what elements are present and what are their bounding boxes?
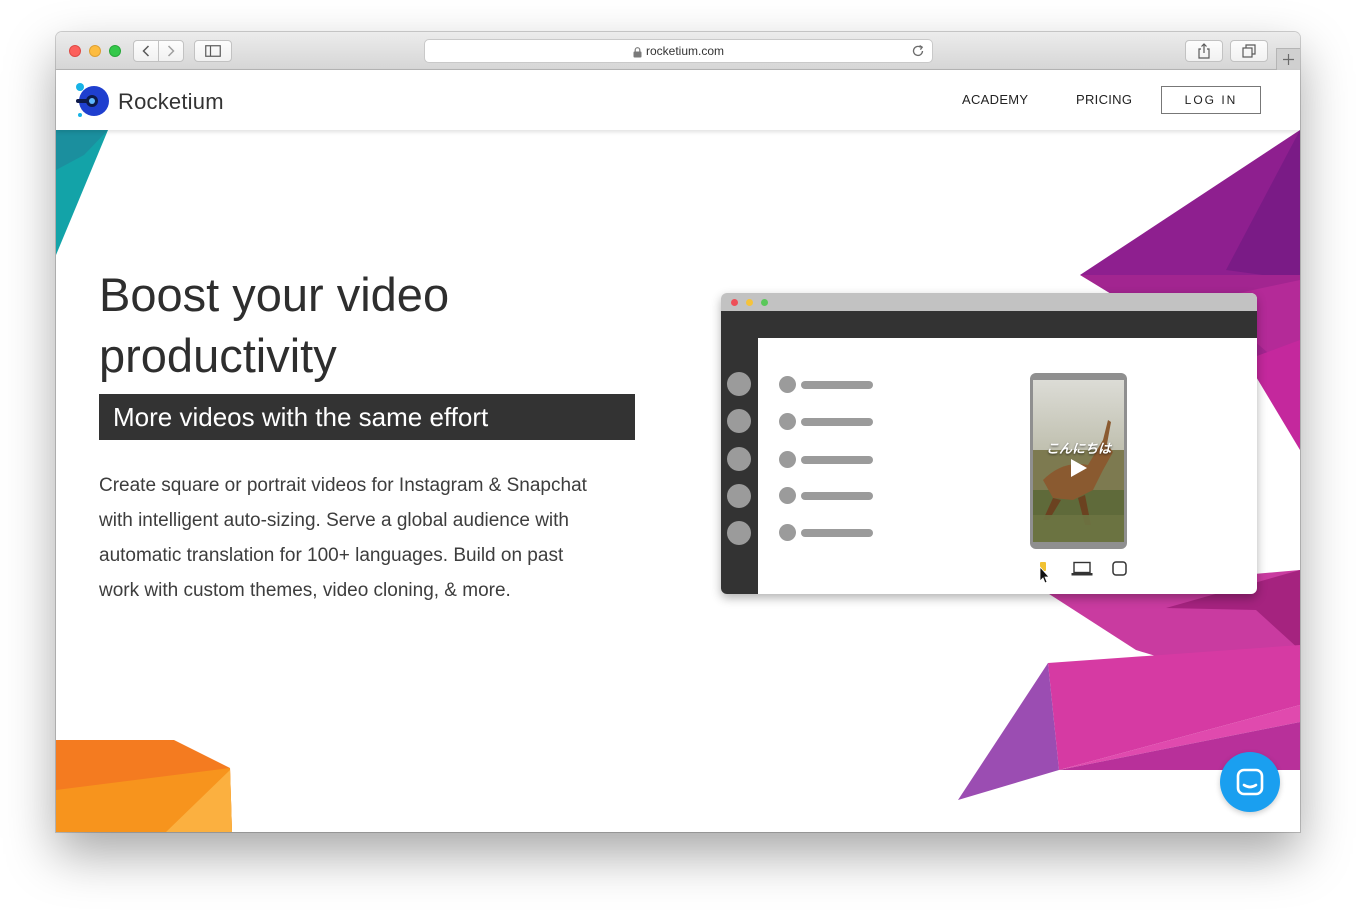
mockup-list-line xyxy=(801,529,873,537)
mockup-list-line xyxy=(801,418,873,426)
chat-launcher-button[interactable] xyxy=(1220,752,1280,812)
close-window-button[interactable] xyxy=(69,45,81,57)
reload-icon[interactable] xyxy=(911,44,925,58)
hero-tagline: More videos with the same effort xyxy=(99,394,635,440)
headline-line-1: Boost your video xyxy=(99,268,450,321)
mockup-list-dot xyxy=(779,487,796,504)
share-icon xyxy=(1198,43,1210,59)
share-button[interactable] xyxy=(1185,40,1223,62)
nav-academy-link[interactable]: ACADEMY xyxy=(962,92,1028,107)
show-tabs-button[interactable] xyxy=(1230,40,1268,62)
mockup-toolbar xyxy=(721,311,1257,338)
rocketium-logo-icon[interactable] xyxy=(74,82,110,118)
headline-line-2: productivity xyxy=(99,329,337,382)
mockup-sidebar-item xyxy=(727,447,751,471)
mockup-sidebar-item xyxy=(727,484,751,508)
chevron-right-icon xyxy=(167,45,175,57)
nav-pricing-link[interactable]: PRICING xyxy=(1076,92,1132,107)
forward-button[interactable] xyxy=(158,40,184,62)
hero-section: Boost your video productivity More video… xyxy=(56,130,1300,832)
mockup-list-line xyxy=(801,456,873,464)
mockup-sidebar xyxy=(721,338,758,594)
mockup-green-dot xyxy=(761,299,768,306)
mockup-yellow-dot xyxy=(746,299,753,306)
login-button[interactable]: LOG IN xyxy=(1161,86,1261,114)
brand-name[interactable]: Rocketium xyxy=(118,89,224,115)
app-mockup: こんにちは xyxy=(721,293,1257,594)
zoom-window-button[interactable] xyxy=(109,45,121,57)
tabs-icon xyxy=(1242,44,1256,58)
mockup-list-dot xyxy=(779,376,796,393)
play-icon[interactable] xyxy=(1070,458,1088,478)
mockup-red-dot xyxy=(731,299,738,306)
mockup-sidebar-item xyxy=(727,521,751,545)
site-header: Rocketium ACADEMY PRICING LOG IN xyxy=(56,70,1300,130)
back-button[interactable] xyxy=(133,40,159,62)
mockup-sidebar-item xyxy=(727,409,751,433)
mockup-list-dot xyxy=(779,451,796,468)
browser-window: rocketium.com Rocketium ACADEMY PRICING … xyxy=(56,32,1300,832)
minimize-window-button[interactable] xyxy=(89,45,101,57)
video-preview: こんにちは xyxy=(1033,380,1124,542)
lock-icon xyxy=(633,46,642,57)
mockup-phone-preview: こんにちは xyxy=(1030,373,1127,549)
chat-bubble-icon xyxy=(1236,768,1264,796)
sidebar-icon xyxy=(205,45,221,57)
hero-headline: Boost your video productivity xyxy=(99,264,699,386)
phone-device-icon[interactable] xyxy=(1037,561,1051,583)
mockup-titlebar xyxy=(721,293,1257,311)
mockup-list-line xyxy=(801,492,873,500)
mockup-list-dot xyxy=(779,413,796,430)
mockup-list-dot xyxy=(779,524,796,541)
browser-toolbar: rocketium.com xyxy=(56,32,1300,70)
hero-description: Create square or portrait videos for Ins… xyxy=(99,475,587,601)
chevron-left-icon xyxy=(142,45,150,57)
sidebar-toggle-button[interactable] xyxy=(194,40,232,62)
mockup-list-line xyxy=(801,381,873,389)
laptop-device-icon[interactable] xyxy=(1071,561,1093,577)
new-tab-button[interactable] xyxy=(1276,48,1300,70)
mockup-sidebar-item xyxy=(727,372,751,396)
video-caption-text: こんにちは xyxy=(1045,441,1111,456)
square-device-icon[interactable] xyxy=(1112,561,1127,576)
address-bar[interactable]: rocketium.com xyxy=(424,39,933,63)
plus-icon xyxy=(1283,54,1294,65)
url-text: rocketium.com xyxy=(645,44,725,58)
